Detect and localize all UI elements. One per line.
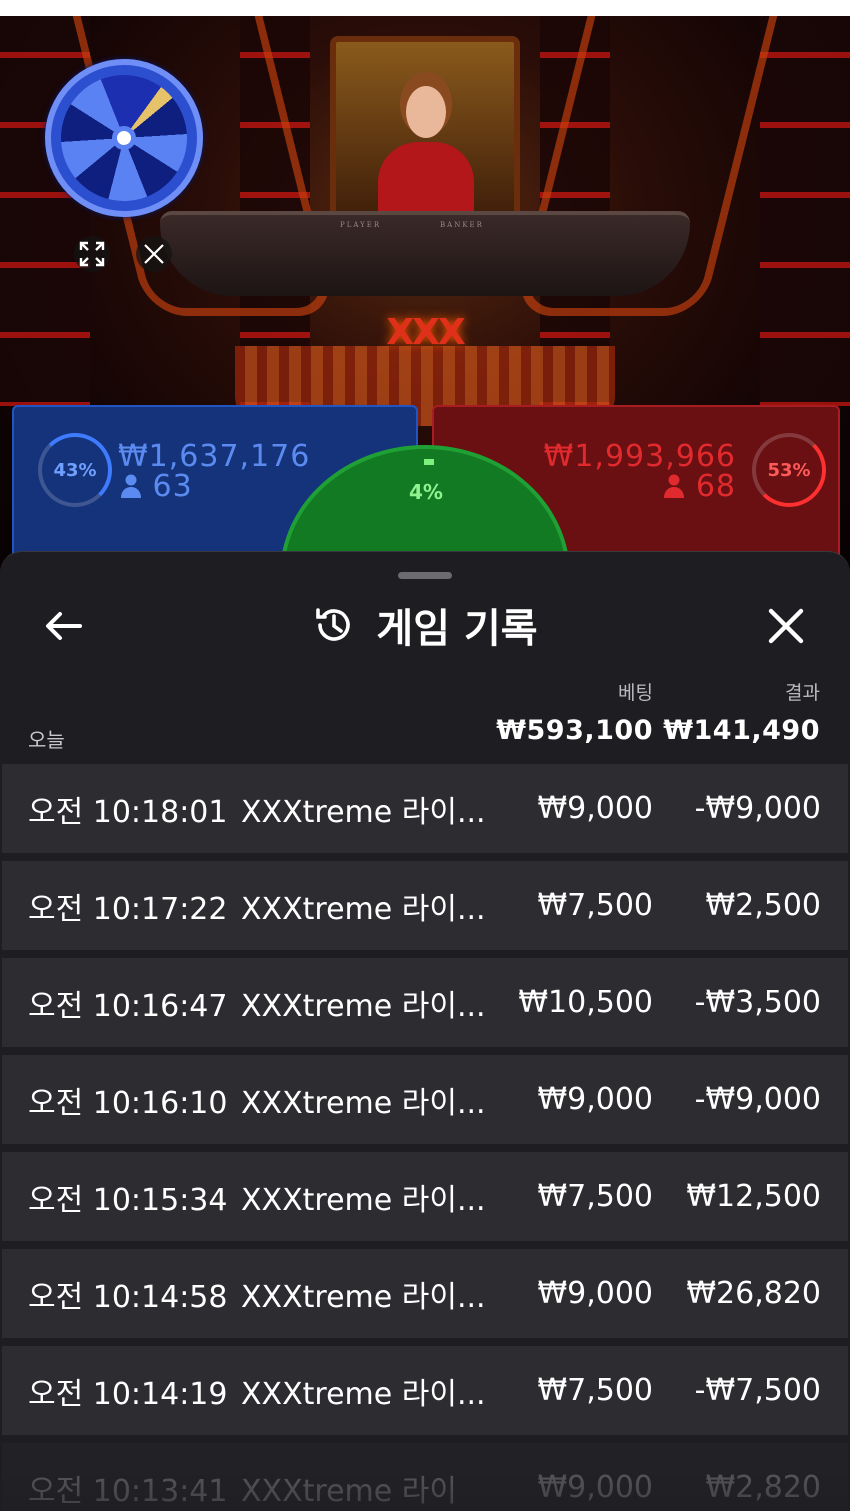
row-result: ₩2,820 — [705, 1470, 821, 1505]
minimize-close-button[interactable] — [136, 236, 172, 272]
history-icon — [316, 608, 351, 641]
status-bar — [0, 0, 850, 16]
history-row[interactable]: 오전 10:13:41 XXXtreme 라이 ₩9,000 ₩2,820 — [2, 1443, 848, 1511]
player-percent-ring: 43% — [38, 433, 112, 507]
row-time: 오전 10:14:19 — [28, 1376, 228, 1412]
close-icon — [768, 608, 804, 644]
history-row[interactable]: 오전 10:15:34 XXXtreme 라이... ₩7,500 ₩12,50… — [2, 1152, 848, 1241]
row-time: 오전 10:13:41 — [28, 1473, 228, 1509]
fullscreen-button[interactable] — [74, 236, 110, 272]
player-count-value: 63 — [152, 469, 193, 504]
banker-percent-ring: 53% — [752, 433, 826, 507]
date-section-label: 오늘 — [28, 728, 65, 752]
row-game: XXXtreme 라이... — [241, 1376, 486, 1412]
total-bet-value: ₩593,100 — [496, 715, 653, 746]
history-row[interactable]: 오전 10:17:22 XXXtreme 라이... ₩7,500 ₩2,500 — [2, 861, 848, 950]
row-game: XXXtreme 라이 — [241, 1473, 457, 1509]
row-bet: ₩9,000 — [537, 1276, 653, 1311]
tie-indicator — [424, 459, 434, 465]
row-result: -₩7,500 — [694, 1373, 821, 1408]
row-bet: ₩9,000 — [537, 1082, 653, 1117]
history-row[interactable]: 오전 10:16:10 XXXtreme 라이... ₩9,000 -₩9,00… — [2, 1055, 848, 1144]
row-game: XXXtreme 라이... — [241, 1182, 486, 1218]
row-game: XXXtreme 라이... — [241, 794, 486, 830]
row-time: 오전 10:18:01 — [28, 794, 228, 830]
table-label-banker: BANKER — [440, 221, 484, 229]
bet-column-header: 베팅 — [618, 682, 653, 704]
row-result: -₩9,000 — [694, 791, 821, 826]
row-game: XXXtreme 라이... — [241, 891, 486, 927]
history-row[interactable]: 오전 10:14:19 XXXtreme 라이... ₩7,500 -₩7,50… — [2, 1346, 848, 1435]
result-column-header: 결과 — [785, 682, 820, 704]
history-row[interactable]: 오전 10:18:01 XXXtreme 라이... ₩9,000 -₩9,00… — [2, 764, 848, 853]
history-row[interactable]: 오전 10:14:58 XXXtreme 라이... ₩9,000 ₩26,82… — [2, 1249, 848, 1338]
history-row[interactable]: 오전 10:16:47 XXXtreme 라이... ₩10,500 -₩3,5… — [2, 958, 848, 1047]
row-game: XXXtreme 라이... — [241, 988, 486, 1024]
user-icon — [664, 474, 685, 498]
row-bet: ₩7,500 — [537, 1373, 653, 1408]
game-history-sheet: 게임 기록 베팅 결과 오늘 ₩593,100 ₩141,490 오전 10:1… — [0, 551, 850, 1511]
row-bet: ₩7,500 — [537, 1179, 653, 1214]
row-result: ₩12,500 — [686, 1179, 821, 1214]
row-game: XXXtreme 라이... — [241, 1279, 486, 1315]
fortune-wheel-icon[interactable] — [45, 59, 203, 217]
row-result: ₩26,820 — [686, 1276, 821, 1311]
expand-icon — [79, 241, 105, 267]
baccarat-table: PLAYER BANKER — [160, 211, 690, 296]
row-bet: ₩7,500 — [537, 888, 653, 923]
row-time: 오전 10:14:58 — [28, 1279, 228, 1315]
xxx-logo: XXX — [386, 312, 465, 353]
row-bet: ₩9,000 — [537, 1470, 653, 1505]
page-title: 게임 기록 — [376, 606, 538, 652]
row-result: -₩9,000 — [694, 1082, 821, 1117]
player-bettor-count: 63 — [120, 469, 193, 504]
history-list: 오전 10:18:01 XXXtreme 라이... ₩9,000 -₩9,00… — [2, 764, 848, 1511]
row-result: -₩3,500 — [694, 985, 821, 1020]
user-icon — [121, 474, 141, 498]
table-label-player: PLAYER — [340, 221, 382, 229]
row-time: 오전 10:15:34 — [28, 1182, 228, 1218]
row-time: 오전 10:17:22 — [28, 891, 228, 927]
tie-percent: 4% — [409, 480, 443, 504]
row-game: XXXtreme 라이... — [241, 1085, 486, 1121]
banker-count-value: 68 — [695, 469, 736, 504]
row-time: 오전 10:16:10 — [28, 1085, 228, 1121]
row-bet: ₩10,500 — [518, 985, 653, 1020]
studio-pillar — [760, 16, 850, 406]
row-time: 오전 10:16:47 — [28, 988, 228, 1024]
close-icon — [144, 244, 164, 264]
close-sheet-button[interactable] — [760, 600, 812, 652]
sheet-drag-handle[interactable] — [398, 572, 452, 579]
banker-bettor-count: 68 — [663, 469, 736, 504]
sheet-header: 게임 기록 — [0, 597, 850, 653]
row-bet: ₩9,000 — [537, 791, 653, 826]
total-result-value: ₩141,490 — [663, 715, 820, 746]
row-result: ₩2,500 — [705, 888, 821, 923]
